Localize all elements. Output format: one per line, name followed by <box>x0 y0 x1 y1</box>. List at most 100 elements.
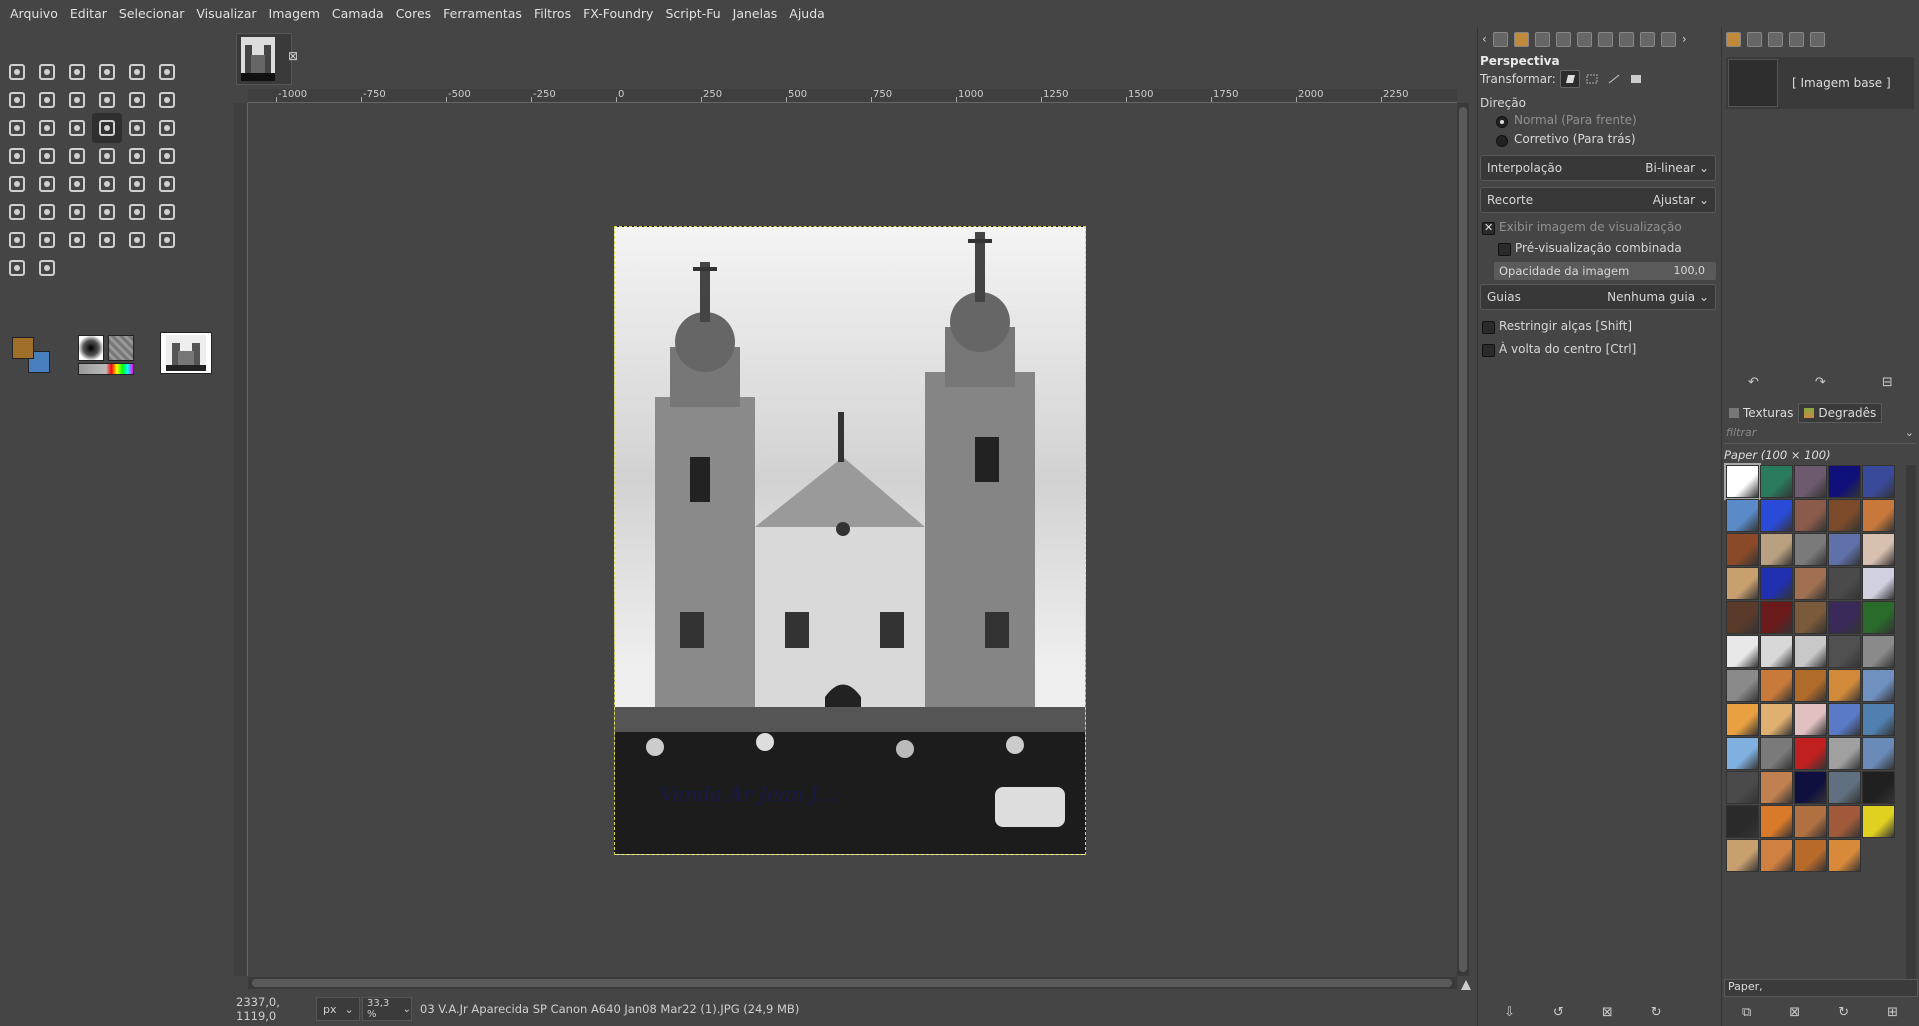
pattern-swatch[interactable] <box>1760 737 1793 770</box>
pattern-swatch[interactable] <box>1828 703 1861 736</box>
chevron-right-icon[interactable]: › <box>1682 32 1687 46</box>
handle-transform-icon[interactable] <box>152 113 182 143</box>
pattern-swatch[interactable] <box>1760 805 1793 838</box>
crop-tool-icon[interactable] <box>92 85 122 115</box>
tool-options-tab-icon[interactable] <box>1492 31 1508 47</box>
undo-history-tab-icon[interactable] <box>1534 31 1550 47</box>
clone-icon[interactable] <box>122 169 152 199</box>
pattern-tags-input[interactable]: Paper, <box>1724 979 1918 997</box>
pattern-swatch[interactable] <box>1760 499 1793 532</box>
pattern-swatch[interactable] <box>1794 499 1827 532</box>
pattern-filter-input[interactable]: filtrar ⌄ <box>1724 426 1916 444</box>
transform-image-icon[interactable] <box>1626 70 1646 88</box>
layers-tab-icon[interactable] <box>1726 31 1741 47</box>
pattern-swatch[interactable] <box>1724 463 1761 500</box>
menu-filtros[interactable]: Filtros <box>528 0 577 27</box>
vertical-scrollbar[interactable] <box>1457 103 1469 976</box>
pattern-swatch[interactable] <box>1828 533 1861 566</box>
eraser-icon[interactable] <box>92 169 122 199</box>
heal-icon[interactable] <box>152 169 182 199</box>
pencil-icon[interactable] <box>122 141 152 171</box>
menu-editar[interactable]: Editar <box>64 0 113 27</box>
menu-camada[interactable]: Camada <box>326 0 390 27</box>
close-tab-icon[interactable]: ⊠ <box>288 49 302 63</box>
pattern-swatch[interactable] <box>1726 737 1759 770</box>
pattern-swatch[interactable] <box>1760 771 1793 804</box>
pattern-swatch[interactable] <box>1828 669 1861 702</box>
pattern-swatch[interactable] <box>1726 601 1759 634</box>
direction-corrective-radio[interactable] <box>1496 135 1508 147</box>
pattern-swatch[interactable] <box>1828 567 1861 600</box>
curves-icon[interactable] <box>92 225 122 255</box>
pattern-swatch[interactable] <box>1726 669 1759 702</box>
device-status-tab-icon[interactable] <box>1513 31 1529 47</box>
layer-item[interactable]: [ Imagem base ] <box>1726 57 1914 109</box>
pattern-swatch[interactable] <box>1828 805 1861 838</box>
clear-history-icon[interactable]: ⊟ <box>1882 375 1893 390</box>
pattern-swatch[interactable] <box>1862 703 1895 736</box>
g-filter-icon[interactable] <box>32 253 62 283</box>
tab-gradients[interactable]: Degradês <box>1798 403 1883 423</box>
pattern-scrollbar[interactable] <box>1906 465 1916 995</box>
delete-icon[interactable]: ⊠ <box>1789 1005 1800 1020</box>
select-by-color-icon[interactable] <box>2 85 32 115</box>
pattern-swatch[interactable] <box>1760 703 1793 736</box>
active-image-preview[interactable] <box>160 332 212 374</box>
ellipse-select-icon[interactable] <box>92 57 122 87</box>
perspective-clone-icon[interactable] <box>2 197 32 227</box>
pattern-swatch[interactable] <box>1760 533 1793 566</box>
combined-preview-checkbox[interactable] <box>1498 243 1511 256</box>
show-preview-checkbox[interactable] <box>1482 221 1495 235</box>
horizontal-scrollbar[interactable] <box>248 977 1457 989</box>
pattern-swatch[interactable] <box>1726 533 1759 566</box>
pattern-swatch[interactable] <box>1862 601 1895 634</box>
pattern-swatch[interactable] <box>1760 635 1793 668</box>
pattern-swatch[interactable] <box>1726 635 1759 668</box>
clipping-select[interactable]: Recorte Ajustar ⌄ <box>1480 187 1716 213</box>
templates-tab-icon[interactable] <box>1639 31 1655 47</box>
pattern-swatch[interactable] <box>1828 635 1861 668</box>
menu-tab-icon[interactable] <box>1810 31 1825 47</box>
flip-tool-icon[interactable] <box>62 113 92 143</box>
menu-script-fu[interactable]: Script-Fu <box>659 0 726 27</box>
pattern-swatch[interactable] <box>1828 499 1861 532</box>
pattern-swatch[interactable] <box>1862 499 1895 532</box>
pattern-swatch[interactable] <box>1862 669 1895 702</box>
pattern-swatch[interactable] <box>1794 533 1827 566</box>
measure-tool-icon[interactable] <box>2 225 32 255</box>
menu-visualizar[interactable]: Visualizar <box>190 0 262 27</box>
reset-options-icon[interactable]: ↻ <box>1651 1005 1662 1020</box>
dodge-burn-icon[interactable] <box>62 197 92 227</box>
restore-options-icon[interactable]: ↺ <box>1553 1005 1564 1020</box>
image-canvas[interactable]: Venda Ar Jean J... <box>614 226 1086 855</box>
pattern-swatch[interactable] <box>1828 839 1861 872</box>
smudge-icon[interactable] <box>2 169 32 199</box>
menu-imagem[interactable]: Imagem <box>263 0 326 27</box>
levels-icon[interactable] <box>122 225 152 255</box>
rect-select-icon[interactable] <box>62 57 92 87</box>
refresh-icon[interactable]: ↻ <box>1838 1005 1849 1020</box>
pattern-swatch[interactable] <box>1726 499 1759 532</box>
gradient-preview[interactable] <box>78 363 134 375</box>
warp-transform-icon[interactable] <box>152 85 182 115</box>
unit-select[interactable]: px ⌄ <box>316 997 360 1021</box>
palettes-tab-icon[interactable] <box>1660 31 1676 47</box>
cage-transform-icon[interactable] <box>2 141 32 171</box>
foreground-select-icon[interactable] <box>62 85 92 115</box>
pattern-swatch[interactable] <box>1862 635 1895 668</box>
zoom-tool-icon[interactable] <box>32 225 62 255</box>
transform-layer-icon[interactable] <box>1560 70 1580 88</box>
brush-preview[interactable] <box>78 335 104 361</box>
color-balance-icon[interactable] <box>62 225 92 255</box>
text-tool-icon[interactable] <box>122 197 152 227</box>
pattern-swatch[interactable] <box>1828 601 1861 634</box>
gegl-tool-icon[interactable] <box>152 225 182 255</box>
chevron-left-icon[interactable]: ‹ <box>1482 32 1487 46</box>
pattern-swatch[interactable] <box>1760 669 1793 702</box>
ink-icon[interactable] <box>32 169 62 199</box>
pattern-swatch[interactable] <box>1726 703 1759 736</box>
fuzzy-select-icon[interactable] <box>152 57 182 87</box>
transform-selection-icon[interactable] <box>1582 70 1602 88</box>
menu-fx-foundry[interactable]: FX-Foundry <box>577 0 659 27</box>
navigate-icon[interactable] <box>1460 979 1472 991</box>
